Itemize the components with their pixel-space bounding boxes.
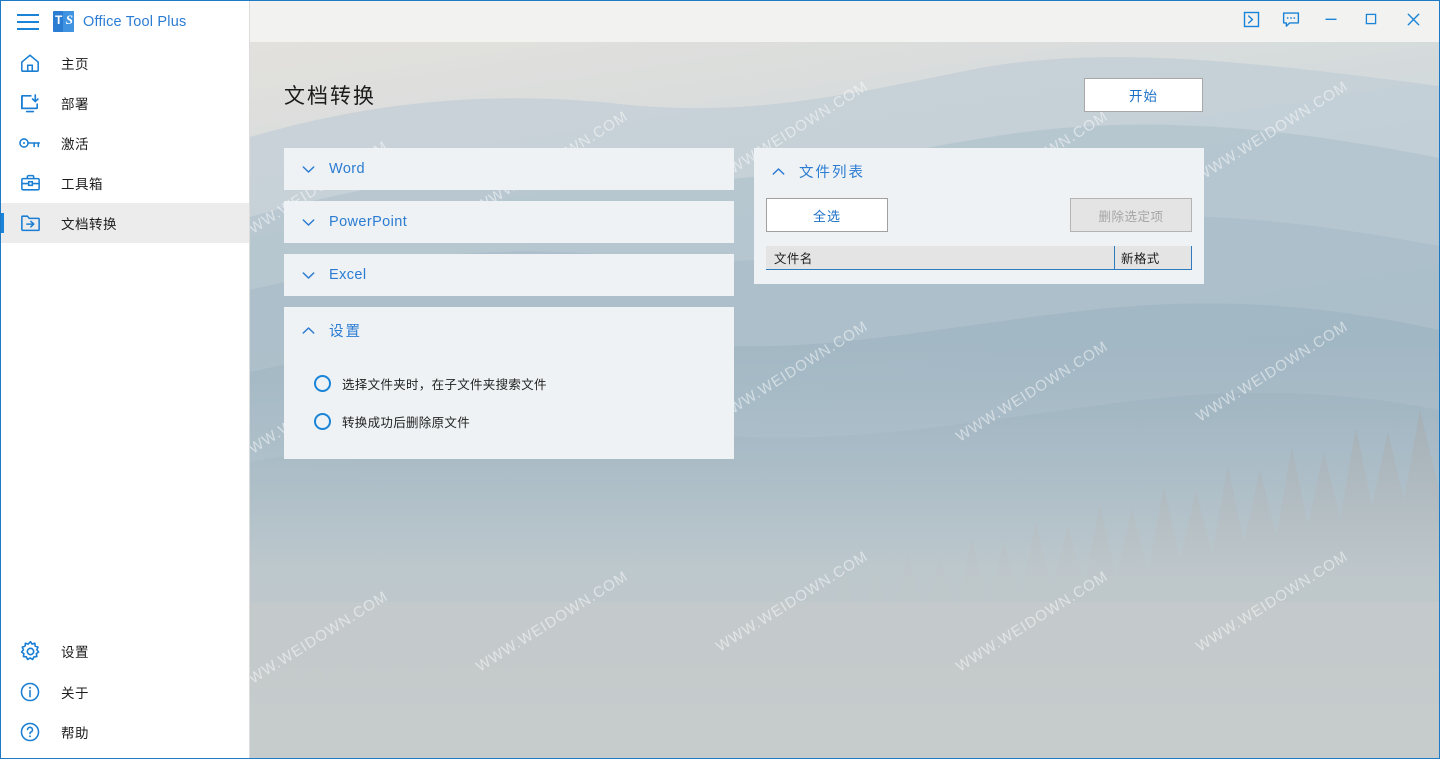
panel-file-list: 文件列表 全选 删除选定项 文件名 新格式 xyxy=(754,148,1204,284)
sidebar-item-label: 工具箱 xyxy=(61,177,103,192)
document-convert-icon xyxy=(15,210,45,236)
panel-title: 文件列表 xyxy=(799,164,865,181)
sidebar-item-about[interactable]: 关于 xyxy=(1,672,249,712)
panel-title: 设置 xyxy=(329,323,362,340)
sidebar-item-home[interactable]: 主页 xyxy=(1,43,249,83)
delete-selected-button: 删除选定项 xyxy=(1070,198,1192,232)
panel-title: Word xyxy=(329,161,365,177)
app-brand: T S Office Tool Plus xyxy=(53,11,186,32)
minimize-button[interactable] xyxy=(1311,2,1351,42)
sidebar-nav-bottom: 设置 关于 帮助 xyxy=(1,631,249,752)
deploy-icon xyxy=(15,90,45,116)
hamburger-menu-icon[interactable] xyxy=(9,6,47,38)
column-header-newformat[interactable]: 新格式 xyxy=(1114,246,1192,270)
panel-settings-header[interactable]: 设置 xyxy=(284,307,734,353)
chevron-up-icon xyxy=(298,320,318,340)
sidebar-item-activate[interactable]: 激活 xyxy=(1,123,249,163)
close-icon xyxy=(1405,11,1422,33)
gear-icon xyxy=(15,638,45,664)
console-icon xyxy=(1243,11,1260,33)
panel-powerpoint-header[interactable]: PowerPoint xyxy=(284,201,734,243)
main-content: WWW.WEIDOWN.COM WWW.WEIDOWN.COM WWW.WEID… xyxy=(250,42,1439,758)
file-list-actions: 全选 删除选定项 xyxy=(766,194,1192,232)
file-list-table: 文件名 新格式 xyxy=(766,246,1192,270)
maximize-icon xyxy=(1363,11,1379,32)
sidebar-item-settings[interactable]: 设置 xyxy=(1,631,249,671)
radio-icon[interactable] xyxy=(314,412,331,430)
maximize-button[interactable] xyxy=(1351,2,1391,42)
sidebar-item-label: 部署 xyxy=(61,97,89,112)
panel-title: Excel xyxy=(329,267,367,283)
sidebar-item-toolbox[interactable]: 工具箱 xyxy=(1,163,249,203)
comment-icon xyxy=(1282,11,1300,33)
conversion-options-column: Word PowerPoint Excel 设置 选择文件夹时，在子文件夹搜索文… xyxy=(284,148,734,459)
panel-excel-header[interactable]: Excel xyxy=(284,254,734,296)
app-name: Office Tool Plus xyxy=(83,13,187,30)
chevron-down-icon xyxy=(298,265,318,285)
info-icon xyxy=(15,679,45,705)
sidebar-item-label: 文档转换 xyxy=(61,217,117,232)
radio-icon[interactable] xyxy=(314,374,331,392)
sidebar-item-label: 关于 xyxy=(61,686,89,701)
select-all-button[interactable]: 全选 xyxy=(766,198,888,232)
panel-powerpoint: PowerPoint xyxy=(284,201,734,243)
option-delete-source-after-convert[interactable]: 转换成功后删除原文件 xyxy=(298,405,720,437)
titlebar xyxy=(250,1,1439,42)
option-search-subfolders[interactable]: 选择文件夹时，在子文件夹搜索文件 xyxy=(298,367,720,399)
sidebar-item-label: 帮助 xyxy=(61,726,89,741)
sidebar-item-label: 主页 xyxy=(61,57,89,72)
panel-settings-body: 选择文件夹时，在子文件夹搜索文件 转换成功后删除原文件 xyxy=(284,353,734,459)
minimize-icon xyxy=(1323,11,1339,32)
option-label: 选择文件夹时，在子文件夹搜索文件 xyxy=(342,377,547,392)
panel-word-header[interactable]: Word xyxy=(284,148,734,190)
sidebar-header: T S Office Tool Plus xyxy=(1,1,249,42)
sidebar-item-deploy[interactable]: 部署 xyxy=(1,83,249,123)
sidebar-nav: 主页 部署 激活 工具箱 文档转换 xyxy=(1,43,249,243)
file-list-column: 文件列表 全选 删除选定项 文件名 新格式 xyxy=(754,148,1204,284)
panel-settings: 设置 选择文件夹时，在子文件夹搜索文件 转换成功后删除原文件 xyxy=(284,307,734,459)
option-label: 转换成功后删除原文件 xyxy=(342,415,471,430)
sidebar-item-label: 设置 xyxy=(61,645,89,660)
panel-excel: Excel xyxy=(284,254,734,296)
sidebar-item-label: 激活 xyxy=(61,137,89,152)
feedback-button[interactable] xyxy=(1271,2,1311,42)
sidebar-item-document-convert[interactable]: 文档转换 xyxy=(1,203,249,243)
console-button[interactable] xyxy=(1231,2,1271,42)
column-header-filename[interactable]: 文件名 xyxy=(766,246,1114,270)
start-button[interactable]: 开始 xyxy=(1084,78,1203,112)
help-icon xyxy=(15,719,45,745)
sidebar-item-help[interactable]: 帮助 xyxy=(1,712,249,752)
panel-title: PowerPoint xyxy=(329,214,408,230)
chevron-down-icon xyxy=(298,212,318,232)
app-window: T S Office Tool Plus 主页 部署 激活 工具箱 文档转换 设… xyxy=(0,0,1440,759)
key-icon xyxy=(15,130,45,156)
panel-file-list-header[interactable]: 文件列表 xyxy=(754,148,1204,194)
app-logo-icon: T S xyxy=(53,11,74,32)
chevron-down-icon xyxy=(298,159,318,179)
page-title: 文档转换 xyxy=(284,85,376,108)
sidebar: T S Office Tool Plus 主页 部署 激活 工具箱 文档转换 设… xyxy=(1,1,250,758)
close-button[interactable] xyxy=(1391,2,1435,42)
toolbox-icon xyxy=(15,170,45,196)
panel-word: Word xyxy=(284,148,734,190)
chevron-up-icon xyxy=(768,161,788,181)
home-icon xyxy=(15,50,45,76)
panel-file-list-body: 全选 删除选定项 文件名 新格式 xyxy=(754,194,1204,284)
